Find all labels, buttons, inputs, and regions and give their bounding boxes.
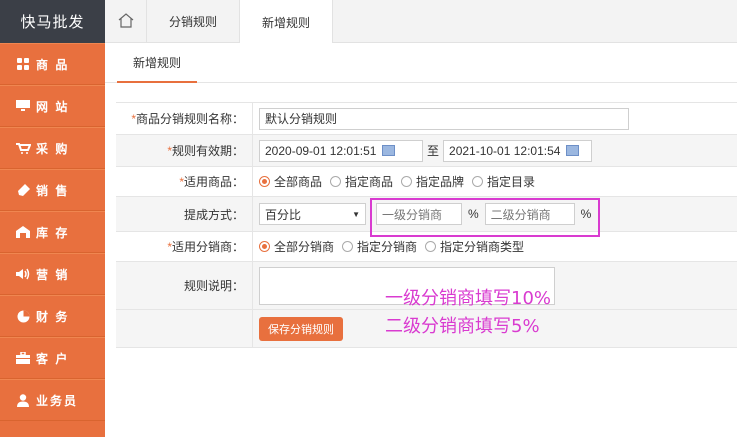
radio-label: 指定商品 xyxy=(345,175,394,189)
name-label: 商品分销规则名称： xyxy=(135,112,244,126)
radio-dot xyxy=(259,241,270,252)
sidebar-item-inventory[interactable]: 库 存 xyxy=(0,211,105,253)
cart-icon xyxy=(14,141,32,155)
radio-dot xyxy=(425,241,437,252)
radio-dot xyxy=(259,176,270,187)
sidebar-item-customers[interactable]: 客 户 xyxy=(0,337,105,379)
dropdown-arrow-icon: ▼ xyxy=(352,209,360,219)
sidebar-item-label: 销 售 xyxy=(36,183,70,198)
tag-icon xyxy=(14,183,32,197)
form-row-goods: * 适用商品： 全部商品 指定商品 指定品牌 指定目录 xyxy=(116,167,737,197)
radio-specified-brand[interactable]: 指定品牌 xyxy=(401,173,464,190)
user-icon xyxy=(14,393,32,407)
pie-chart-icon xyxy=(14,309,32,323)
sidebar-item-marketing[interactable]: 营 销 xyxy=(0,253,105,295)
form-row-validity: * 规则有效期： 2020-09-01 12:01:51 至 2021-10-01… xyxy=(116,135,737,167)
sidebar-item-label: 库 存 xyxy=(36,225,70,240)
speaker-icon xyxy=(14,267,32,281)
start-date-value: 2020-09-01 12:01:51 xyxy=(265,143,377,158)
radio-dot xyxy=(401,176,413,187)
sidebar-item-website[interactable]: 网 站 xyxy=(0,85,105,127)
sub-tab-bar: 新增规则 xyxy=(105,43,737,83)
tab-distribution-rules[interactable]: 分销规则 xyxy=(147,0,241,43)
radio-label: 全部商品 xyxy=(274,175,323,189)
sidebar-item-label: 网 站 xyxy=(36,99,70,114)
calendar-icon[interactable] xyxy=(566,145,580,156)
highlight-box xyxy=(370,198,600,237)
sidebar-item-goods[interactable]: 商 品 xyxy=(0,43,105,85)
end-date-input[interactable]: 2021-10-01 12:01:54 xyxy=(443,139,593,162)
radio-specified-catalog[interactable]: 指定目录 xyxy=(472,173,535,190)
commission-type-value: 百分比 xyxy=(265,207,302,222)
radio-all-goods[interactable]: 全部商品 xyxy=(259,173,322,190)
annotation-level1: 一级分销商填写10% xyxy=(385,288,552,309)
monitor-icon xyxy=(14,99,32,113)
sidebar-item-label: 营 销 xyxy=(36,267,70,282)
start-date-input[interactable]: 2020-09-01 12:01:51 xyxy=(259,139,423,162)
radio-label: 全部分销商 xyxy=(274,240,335,254)
radio-label: 指定分销商类型 xyxy=(440,240,525,254)
description-label: 规则说明： xyxy=(183,279,244,293)
sidebar-item-label: 采 购 xyxy=(36,141,70,156)
brand-logo: 快马批发 xyxy=(0,0,105,43)
sidebar-item-label: 业务员 xyxy=(36,393,79,408)
grid-icon xyxy=(14,57,32,71)
radio-specified-goods[interactable]: 指定商品 xyxy=(330,173,393,190)
radio-distributor-type[interactable]: 指定分销商类型 xyxy=(425,238,524,255)
form-row-name: * 商品分销规则名称： 默认分销规则 xyxy=(116,103,737,135)
radio-specified-distributors[interactable]: 指定分销商 xyxy=(342,238,417,255)
home-icon xyxy=(118,12,134,31)
goods-label: 适用商品： xyxy=(183,175,244,189)
distributor-label: 适用分销商： xyxy=(171,240,244,254)
rule-name-input[interactable]: 默认分销规则 xyxy=(259,107,629,130)
sidebar-item-sales[interactable]: 销 售 xyxy=(0,169,105,211)
date-separator: 至 xyxy=(427,144,440,158)
annotation-level2: 二级分销商填写5% xyxy=(385,316,540,337)
radio-label: 指定目录 xyxy=(487,175,536,189)
sidebar: 快马批发 商 品 网 站 采 购 销 售 库 存 营 销 财 务 客 户 业务员 xyxy=(0,0,105,437)
sidebar-item-finance[interactable]: 财 务 xyxy=(0,295,105,337)
save-rule-button[interactable]: 保存分销规则 xyxy=(259,316,343,341)
calendar-icon[interactable] xyxy=(382,145,396,156)
commission-label: 提成方式： xyxy=(183,207,244,222)
radio-dot xyxy=(330,176,342,187)
briefcase-icon xyxy=(14,351,32,365)
sidebar-item-label: 客 户 xyxy=(36,351,70,366)
radio-all-distributors[interactable]: 全部分销商 xyxy=(259,238,334,255)
radio-dot xyxy=(472,176,484,187)
sidebar-item-label: 商 品 xyxy=(36,57,70,72)
commission-type-select[interactable]: 百分比 ▼ xyxy=(259,203,366,225)
top-tab-bar: 分销规则 新增规则 xyxy=(105,0,737,44)
sidebar-item-purchase[interactable]: 采 购 xyxy=(0,127,105,169)
sidebar-item-salesperson[interactable]: 业务员 xyxy=(0,379,105,421)
end-date-value: 2021-10-01 12:01:54 xyxy=(449,143,561,158)
validity-label: 规则有效期： xyxy=(171,144,244,158)
radio-label: 指定品牌 xyxy=(416,175,465,189)
sub-tab-new-rule[interactable]: 新增规则 xyxy=(117,43,198,83)
tab-new-rule[interactable]: 新增规则 xyxy=(240,0,334,44)
warehouse-icon xyxy=(14,225,32,239)
home-tab[interactable] xyxy=(105,0,147,43)
radio-label: 指定分销商 xyxy=(357,240,418,254)
radio-dot xyxy=(342,241,354,252)
sidebar-item-label: 财 务 xyxy=(36,309,70,324)
